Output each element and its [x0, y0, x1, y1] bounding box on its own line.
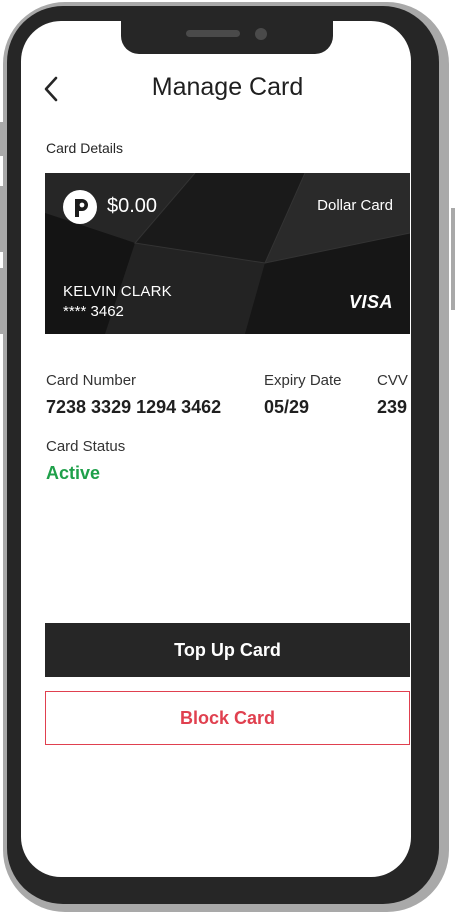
expiry-date-label: Expiry Date: [264, 372, 342, 389]
front-camera: [255, 28, 267, 40]
visa-logo: VISA: [348, 292, 393, 312]
card-number-label: Card Number: [46, 372, 137, 389]
virtual-card[interactable]: $0.00 Dollar Card KELVIN CLARK **** 3462…: [45, 173, 410, 334]
speaker-grille: [186, 30, 240, 37]
card-balance: $0.00: [107, 195, 158, 217]
cvv-value: 239: [377, 397, 408, 417]
p-logo-icon: [63, 190, 97, 224]
block-card-button[interactable]: Block Card: [45, 691, 410, 745]
card-type: Dollar Card: [317, 197, 393, 214]
card-number-value: 7238 3329 1294 3462: [46, 397, 222, 417]
phone-side-button: [0, 268, 4, 334]
cvv-label: CVV: [377, 372, 408, 389]
expiry-date-value: 05/29: [264, 397, 310, 417]
card-masked-number: **** 3462: [63, 303, 124, 320]
phone-side-button: [0, 186, 4, 252]
top-up-card-button[interactable]: Top Up Card: [45, 623, 410, 677]
card-details-label: Card Details: [46, 140, 124, 156]
phone-side-button: [451, 208, 455, 310]
phone-side-button: [0, 122, 4, 156]
card-holder-name: KELVIN CLARK: [63, 283, 172, 300]
card-status-label: Card Status: [46, 438, 126, 455]
card-status-value: Active: [46, 463, 101, 483]
page-title: Manage Card: [151, 73, 304, 101]
